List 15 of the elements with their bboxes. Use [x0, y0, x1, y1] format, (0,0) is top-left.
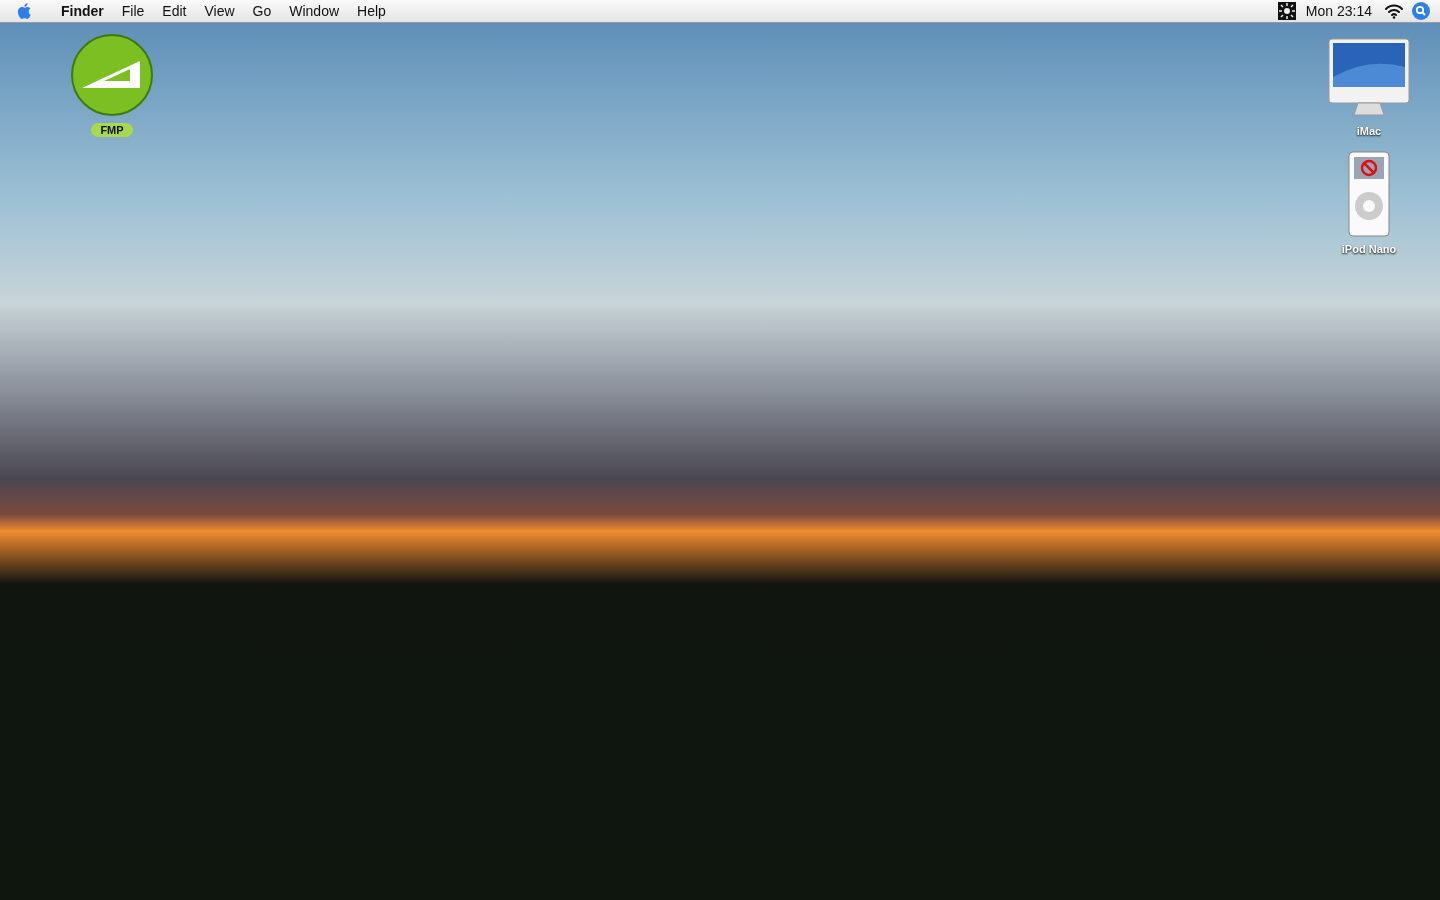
menu-clock[interactable]: Mon 23:14 — [1305, 3, 1372, 19]
status-icon[interactable] — [1277, 2, 1296, 20]
app-menu[interactable]: Finder — [52, 3, 113, 19]
music-player-icon[interactable] — [1348, 151, 1390, 237]
computer-icon[interactable] — [1328, 37, 1410, 119]
menu-item[interactable]: Help — [348, 3, 395, 19]
search-icon[interactable] — [1412, 2, 1430, 20]
menu-item[interactable]: Go — [243, 3, 281, 19]
menu-item[interactable]: File — [112, 3, 154, 19]
menu-item[interactable]: Edit — [153, 3, 196, 19]
menu-item[interactable]: Window — [280, 3, 349, 19]
menu-item[interactable]: View — [195, 3, 244, 19]
icon-label[interactable]: FMP — [91, 123, 133, 137]
wifi-icon[interactable] — [1384, 3, 1404, 19]
triangle-app-icon[interactable] — [70, 33, 154, 117]
